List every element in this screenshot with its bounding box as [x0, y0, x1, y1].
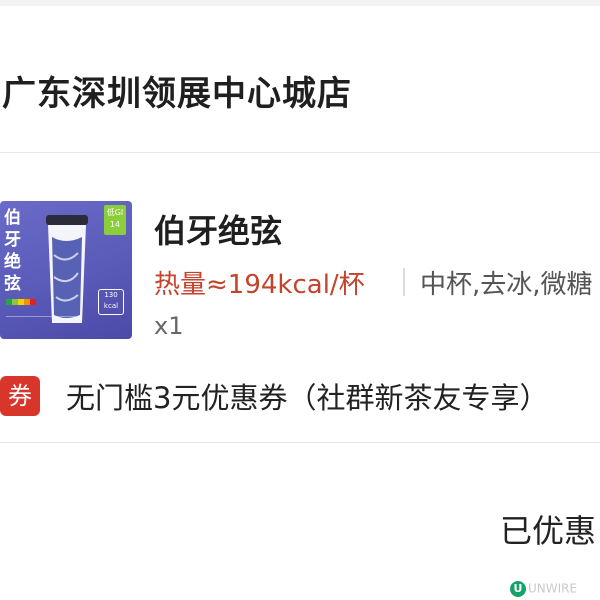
- unwire-logo-icon: U: [510, 581, 526, 597]
- calorie-info: 热量≈194kcal/杯: [154, 270, 365, 300]
- coupon-icon: 券: [0, 376, 40, 416]
- order-card: 广东深圳领展中心城店 伯牙绝弦 低GI 14 130 kcal 伯牙绝弦 热量≈…: [0, 6, 600, 600]
- divider: [0, 152, 600, 153]
- watermark-text: UNWIRE: [528, 581, 578, 596]
- low-gi-badge: 低GI 14: [104, 205, 126, 235]
- product-quantity: x1: [154, 312, 184, 340]
- divider: [0, 442, 600, 443]
- product-image-calligraphy: 伯牙绝弦: [4, 208, 21, 294]
- discount-label: 已优惠: [500, 512, 597, 550]
- nutri-grade-bar: [6, 299, 36, 305]
- tea-cup-icon: [46, 215, 88, 323]
- separator: [403, 268, 405, 296]
- kcal-tag: 130 kcal: [98, 289, 124, 315]
- product-image[interactable]: 伯牙绝弦 低GI 14 130 kcal: [0, 201, 132, 339]
- store-name: 广东深圳领展中心城店: [2, 74, 352, 114]
- product-specs: 中杯,去冰,微糖: [420, 270, 593, 300]
- product-name: 伯牙绝弦: [154, 212, 283, 250]
- coupon-text[interactable]: 无门槛3元优惠券（社群新茶友专享）: [66, 375, 548, 417]
- packaging-fine-print: [6, 316, 76, 335]
- watermark: U UNWIRE: [510, 581, 577, 597]
